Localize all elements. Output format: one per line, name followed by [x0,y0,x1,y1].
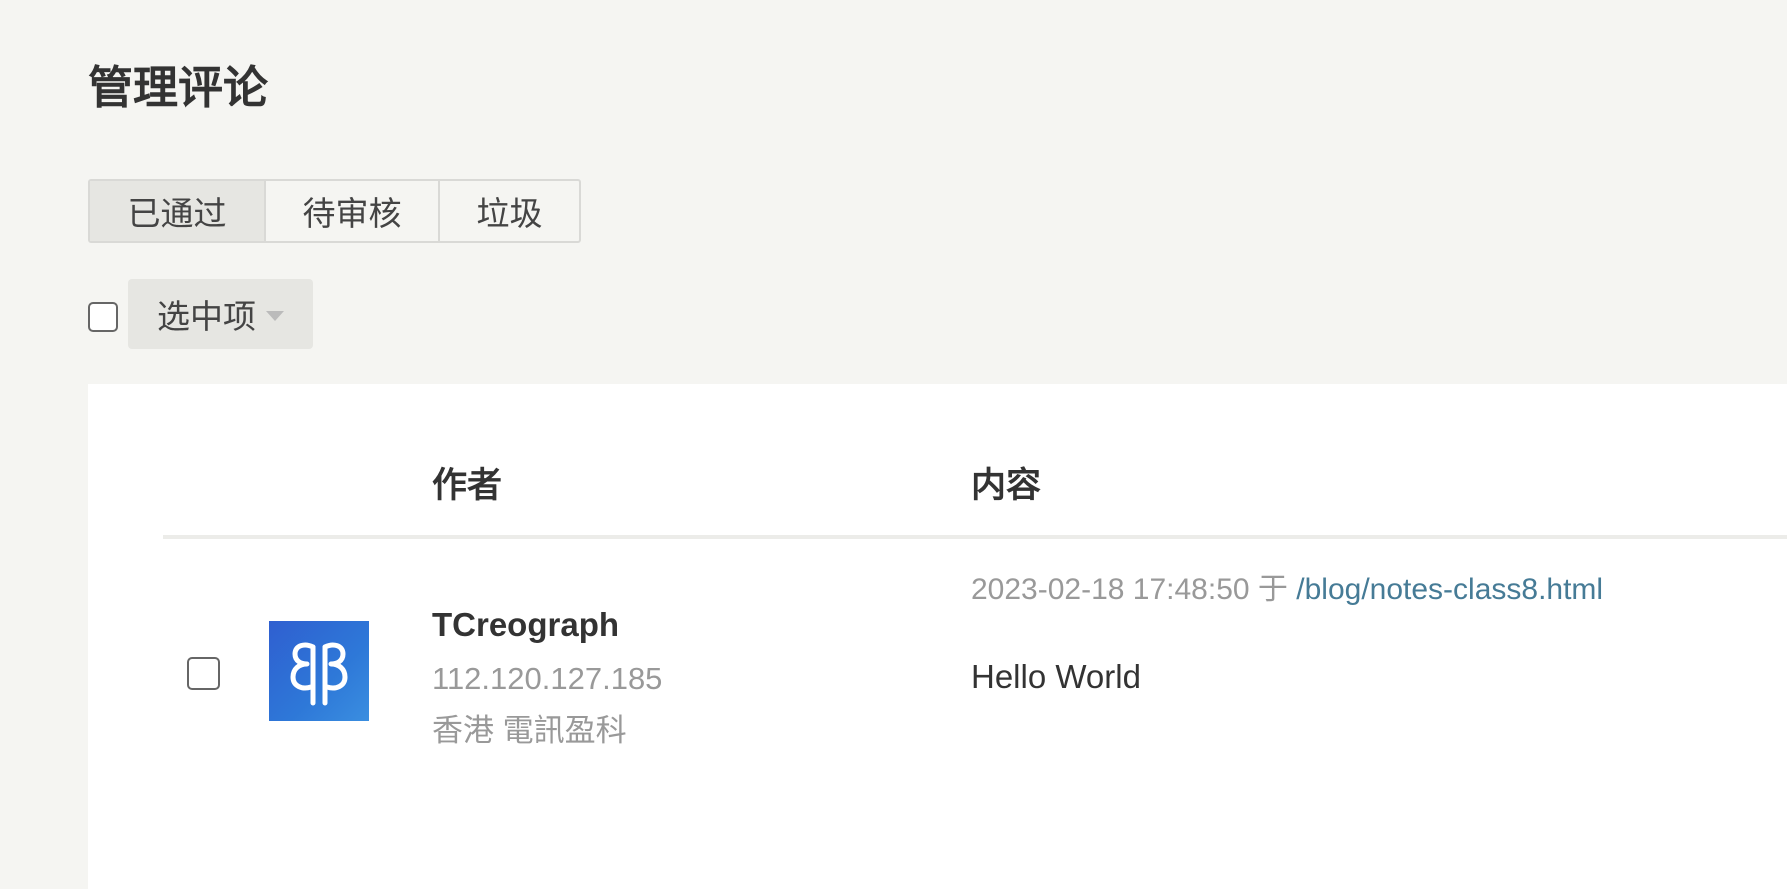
bulk-action-label: 选中项 [157,298,256,335]
comment-text: Hello World [971,658,1141,695]
tab-pending[interactable]: 待审核 [264,181,438,241]
comment-at-label: 于 [1257,573,1288,606]
row-checkbox[interactable] [187,657,220,690]
author-location: 香港 電訊盈科 [432,713,627,748]
page-title: 管理评论 [88,62,269,113]
tab-approved[interactable]: 已通过 [90,181,264,241]
column-header-content: 内容 [971,466,1042,505]
caret-down-icon [266,311,284,321]
column-header-author: 作者 [432,466,503,505]
bulk-action-dropdown[interactable]: 选中项 [128,279,313,349]
author-ip: 112.120.127.185 [432,661,663,696]
comment-meta: 2023-02-18 17:48:50 于 /blog/notes-class8… [971,570,1603,610]
tab-spam[interactable]: 垃圾 [438,181,579,241]
select-all-checkbox[interactable] [88,302,118,332]
comment-post-link[interactable]: /blog/notes-class8.html [1296,573,1603,606]
author-name[interactable]: TCreograph [432,604,619,646]
status-tabs: 已通过 待审核 垃圾 [88,179,581,243]
identicon-avatar-icon [290,642,348,706]
header-divider [163,535,1787,539]
avatar [269,621,369,721]
comment-date: 2023-02-18 17:48:50 [971,573,1250,606]
